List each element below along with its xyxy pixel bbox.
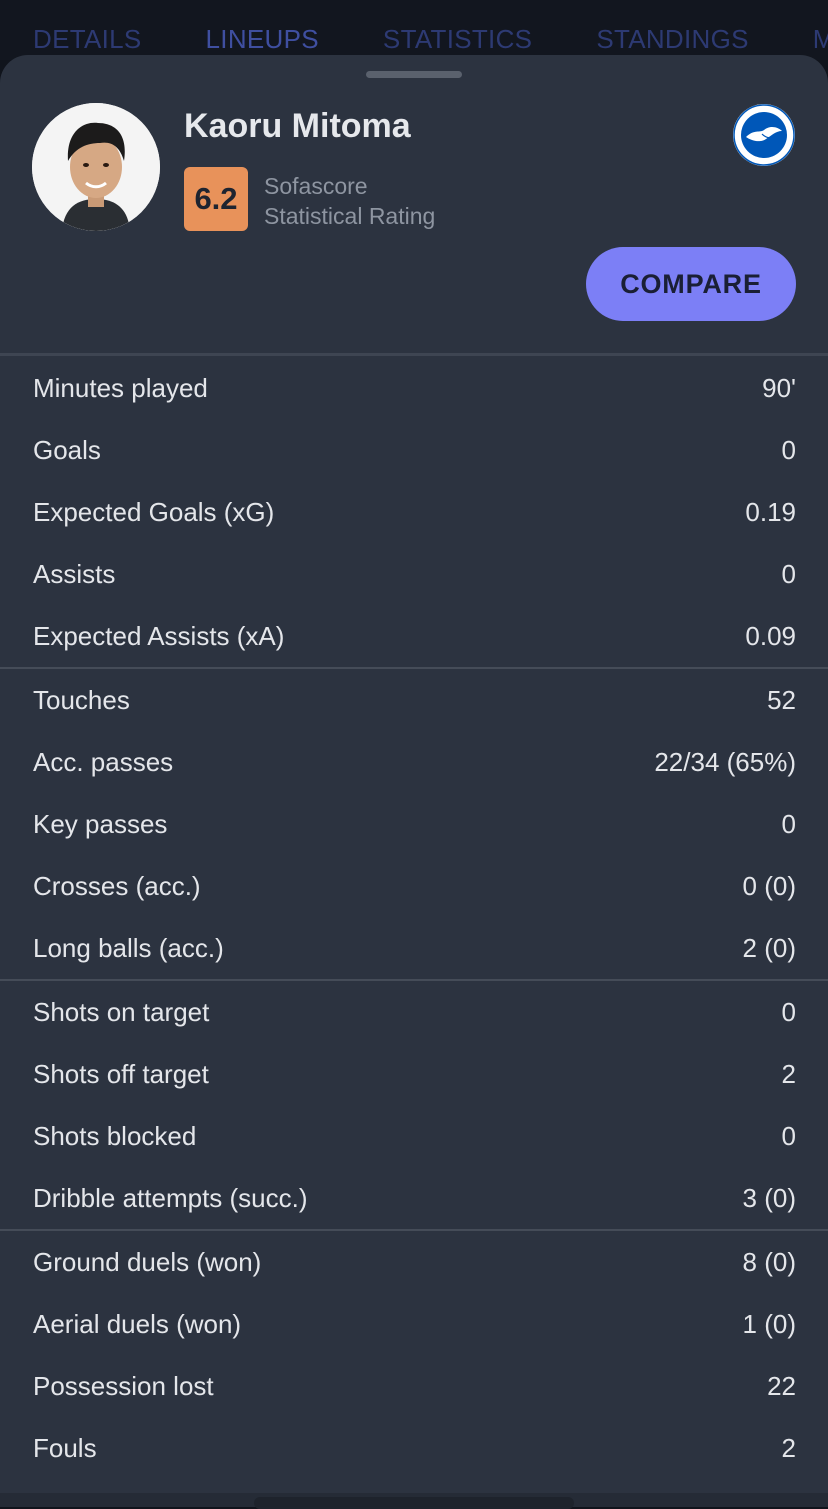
- stat-row: Fouls 2: [0, 1417, 828, 1479]
- stat-value: 0: [781, 434, 796, 465]
- stat-value: 3 (0): [742, 1182, 796, 1213]
- rating-label: Sofascore Statistical Rating: [264, 171, 435, 231]
- stat-row: Touches 52: [0, 669, 828, 731]
- tab-more[interactable]: M: [813, 6, 828, 55]
- stat-row: Shots on target 0: [0, 981, 828, 1043]
- stat-label: Fouls: [33, 1432, 97, 1463]
- stat-label: Dribble attempts (succ.): [33, 1182, 308, 1213]
- player-header: Kaoru Mitoma 6.2 Sofascore Statistical R…: [0, 55, 828, 355]
- stat-value: 2: [781, 1432, 796, 1463]
- stats-group-shooting: Shots on target 0 Shots off target 2 Shots…: [0, 981, 828, 1231]
- stat-label: Touches: [33, 684, 130, 715]
- stat-value: 2 (0): [742, 932, 796, 963]
- tab-lineups[interactable]: LINEUPS: [206, 6, 319, 55]
- stat-row: Long balls (acc.) 2 (0): [0, 917, 828, 979]
- stats-group-passing: Touches 52 Acc. passes 22/34 (65%) Key pas…: [0, 669, 828, 981]
- rating-label-line1: Sofascore: [264, 173, 368, 199]
- stat-label: Long balls (acc.): [33, 932, 224, 963]
- stat-value: 52: [767, 684, 796, 715]
- stat-value: 0.19: [745, 496, 796, 527]
- stat-row: Key passes 0: [0, 793, 828, 855]
- stat-value: 0: [781, 808, 796, 839]
- stat-row: Goals 0: [0, 419, 828, 481]
- player-avatar[interactable]: [32, 103, 160, 231]
- stat-row: Minutes played 90': [0, 357, 828, 419]
- stat-label: Crosses (acc.): [33, 870, 201, 901]
- stat-row: Expected Goals (xG) 0.19: [0, 481, 828, 543]
- stat-value: 0: [781, 996, 796, 1027]
- tab-bar: DETAILS LINEUPS STATISTICS STANDINGS M: [0, 0, 828, 60]
- stat-value: 22: [767, 1370, 796, 1401]
- stat-label: Assists: [33, 558, 116, 589]
- header-divider: [0, 353, 828, 356]
- stat-row: Acc. passes 22/34 (65%): [0, 731, 828, 793]
- rating-label-line2: Statistical Rating: [264, 203, 436, 229]
- stat-label: Shots off target: [33, 1058, 209, 1089]
- stat-label: Expected Assists (xA): [33, 620, 285, 651]
- stat-value: 90': [762, 372, 796, 403]
- home-indicator: [254, 1497, 574, 1509]
- player-name: Kaoru Mitoma: [184, 107, 411, 145]
- stat-value: 2: [781, 1058, 796, 1089]
- stat-label: Possession lost: [33, 1370, 214, 1401]
- stat-row: Shots blocked 0: [0, 1105, 828, 1167]
- stat-row: Shots off target 2: [0, 1043, 828, 1105]
- stat-row: Aerial duels (won) 1 (0): [0, 1293, 828, 1355]
- stat-value: 22/34 (65%): [654, 746, 796, 777]
- stat-value: 0.09: [745, 620, 796, 651]
- player-photo-icon: [32, 103, 160, 231]
- stat-row: Expected Assists (xA) 0.09: [0, 605, 828, 667]
- stat-label: Shots blocked: [33, 1120, 197, 1151]
- stats-list: Minutes played 90' Goals 0 Expected Goals …: [0, 357, 828, 1479]
- stat-label: Goals: [33, 434, 101, 465]
- stat-label: Aerial duels (won): [33, 1308, 242, 1339]
- player-stats-sheet: Kaoru Mitoma 6.2 Sofascore Statistical R…: [0, 55, 828, 1507]
- stat-row: Assists 0: [0, 543, 828, 605]
- stat-label: Expected Goals (xG): [33, 496, 275, 527]
- stat-label: Key passes: [33, 808, 168, 839]
- stat-row: Ground duels (won) 8 (0): [0, 1231, 828, 1293]
- brighton-crest-icon: [733, 104, 795, 166]
- stat-value: 0: [781, 558, 796, 589]
- stats-group-duels: Ground duels (won) 8 (0) Aerial duels (wo…: [0, 1231, 828, 1479]
- stat-row: Possession lost 22: [0, 1355, 828, 1417]
- tab-statistics[interactable]: STATISTICS: [383, 6, 532, 55]
- stat-label: Shots on target: [33, 996, 210, 1027]
- stat-value: 1 (0): [742, 1308, 796, 1339]
- stat-row: Dribble attempts (succ.) 3 (0): [0, 1167, 828, 1229]
- tab-details[interactable]: DETAILS: [33, 6, 142, 55]
- stat-value: 8 (0): [742, 1246, 796, 1277]
- rating-badge: 6.2: [184, 167, 248, 231]
- tab-standings[interactable]: STANDINGS: [596, 6, 748, 55]
- stat-row: Crosses (acc.) 0 (0): [0, 855, 828, 917]
- stat-value: 0: [781, 1120, 796, 1151]
- stat-label: Minutes played: [33, 372, 208, 403]
- stat-label: Acc. passes: [33, 746, 174, 777]
- compare-button[interactable]: COMPARE: [586, 247, 796, 321]
- club-crest-icon[interactable]: [732, 103, 796, 167]
- stat-value: 0 (0): [742, 870, 796, 901]
- stat-label: Ground duels (won): [33, 1246, 262, 1277]
- stats-group-attack: Minutes played 90' Goals 0 Expected Goals …: [0, 357, 828, 669]
